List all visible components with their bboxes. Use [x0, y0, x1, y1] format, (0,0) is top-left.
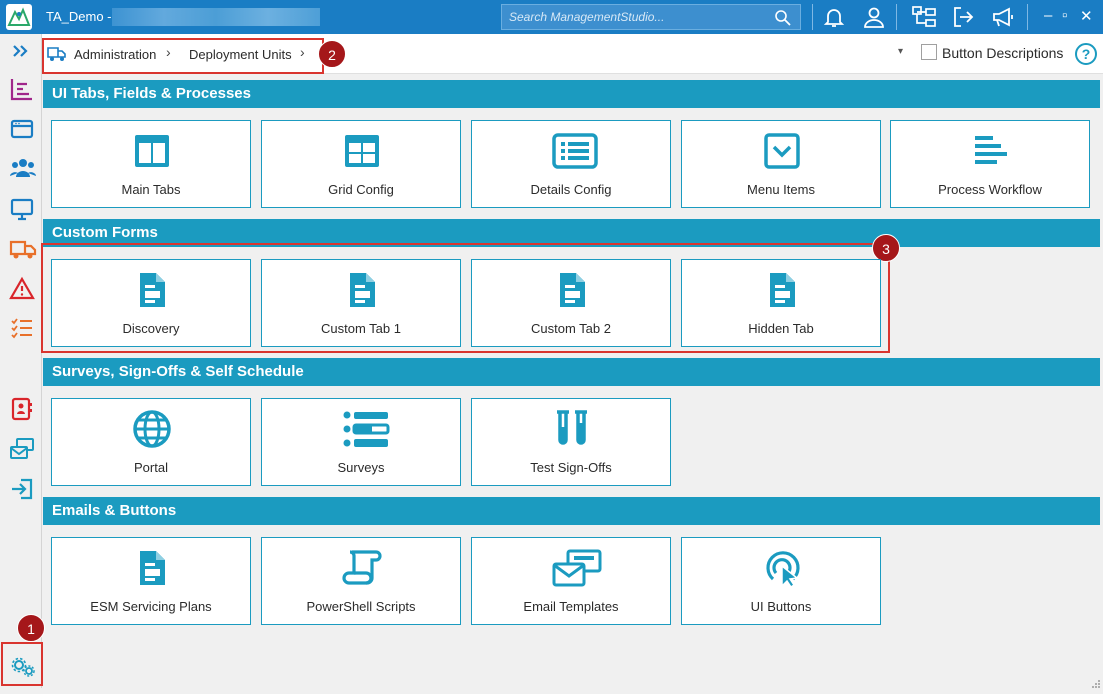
breadcrumb-deployment-units[interactable]: Deployment Units [189, 47, 292, 62]
search-input[interactable]: Search ManagementStudio... [501, 4, 801, 30]
help-button[interactable]: ? [1075, 43, 1097, 65]
form-document-icon [342, 270, 382, 310]
tile-label: Surveys [262, 460, 460, 475]
section-header-ui-tabs: UI Tabs, Fields & Processes [43, 80, 1100, 108]
tile-label: Discovery [52, 321, 250, 336]
section-header-emails-buttons: Emails & Buttons [43, 497, 1100, 525]
tile-label: Menu Items [682, 182, 880, 197]
email-templates-icon [552, 548, 592, 588]
app-title: TA_Demo - [46, 9, 112, 24]
grid-config-tile[interactable]: Grid Config [261, 120, 461, 208]
details-config-tile[interactable]: Details Config [471, 120, 671, 208]
process-workflow-tile[interactable]: Process Workflow [890, 120, 1090, 208]
toolbar-separator [1027, 4, 1028, 30]
deployment-truck-icon [47, 45, 67, 68]
devices-monitor-icon[interactable] [9, 196, 35, 222]
form-document-icon [132, 270, 172, 310]
portal-tile[interactable]: Portal [51, 398, 251, 486]
breadcrumb-administration[interactable]: Administration [74, 47, 156, 62]
callout-badge-3: 3 [872, 234, 900, 262]
notifications-bell-icon[interactable] [822, 5, 846, 29]
button-descriptions-checkbox[interactable] [921, 44, 937, 60]
toolbar-separator [896, 4, 897, 30]
announcement-megaphone-icon[interactable] [991, 5, 1015, 29]
callout-badge-2: 2 [318, 40, 346, 68]
ui-button-click-icon [762, 548, 802, 588]
form-document-icon [762, 270, 802, 310]
hidden-tab-tile[interactable]: Hidden Tab [681, 259, 881, 347]
test-tubes-icon [552, 409, 592, 449]
logout-icon[interactable] [951, 5, 975, 29]
form-document-icon [132, 548, 172, 588]
tile-label: Process Workflow [891, 182, 1089, 197]
close-button[interactable]: ✕ [1080, 7, 1093, 25]
esm-servicing-plans-tile[interactable]: ESM Servicing Plans [51, 537, 251, 625]
resize-grip-icon[interactable] [1091, 676, 1101, 686]
grid-config-icon [342, 131, 382, 171]
tile-label: PowerShell Scripts [262, 599, 460, 614]
view-options-dropdown-arrow[interactable]: ▾ [898, 46, 903, 57]
breadcrumb-bar: Administration › Deployment Units › ▾ Bu… [42, 34, 1103, 74]
button-descriptions-label[interactable]: Button Descriptions [942, 45, 1063, 61]
test-sign-offs-tile[interactable]: Test Sign-Offs [471, 398, 671, 486]
custom-tab-2-tile[interactable]: Custom Tab 2 [471, 259, 671, 347]
expand-sidebar-chevrons-icon[interactable] [9, 40, 35, 66]
reports-chart-icon[interactable] [9, 76, 35, 102]
search-icon[interactable] [774, 9, 792, 32]
left-sidebar [0, 34, 42, 688]
search-placeholder: Search ManagementStudio... [509, 10, 664, 24]
toolbar-separator [812, 4, 813, 30]
admin-button-highlight [1, 642, 43, 686]
menu-items-icon [762, 131, 802, 171]
redacted-title-text [112, 8, 320, 26]
email-templates-tile[interactable]: Email Templates [471, 537, 671, 625]
maximize-button[interactable]: ▫ [1062, 7, 1067, 24]
minimize-button[interactable]: – [1044, 7, 1052, 24]
tile-label: Custom Tab 2 [472, 321, 670, 336]
process-workflow-icon [971, 131, 1011, 171]
callout-badge-1: 1 [17, 614, 45, 642]
deployment-truck-icon[interactable] [9, 236, 35, 262]
tile-label: Custom Tab 1 [262, 321, 460, 336]
users-group-icon[interactable] [9, 155, 35, 181]
mail-merge-icon[interactable] [9, 436, 35, 462]
tile-label: Email Templates [472, 599, 670, 614]
script-scroll-icon [342, 548, 382, 588]
powershell-scripts-tile[interactable]: PowerShell Scripts [261, 537, 461, 625]
tile-label: ESM Servicing Plans [52, 599, 250, 614]
title-bar: TA_Demo - Search ManagementStudio... – ▫… [0, 0, 1103, 34]
tile-label: UI Buttons [682, 599, 880, 614]
survey-list-icon [342, 409, 382, 449]
import-sign-in-icon[interactable] [9, 476, 35, 502]
breadcrumb-separator: › [166, 44, 171, 60]
main-tabs-icon [132, 131, 172, 171]
contacts-book-icon[interactable] [9, 396, 35, 422]
user-profile-icon[interactable] [862, 5, 886, 29]
tile-label: Details Config [472, 182, 670, 197]
app-logo-icon [6, 4, 32, 30]
main-tabs-tile[interactable]: Main Tabs [51, 120, 251, 208]
org-hierarchy-icon[interactable] [911, 5, 935, 29]
tile-label: Hidden Tab [682, 321, 880, 336]
details-config-icon [552, 131, 592, 171]
alert-warning-icon[interactable] [9, 276, 35, 302]
surveys-tile[interactable]: Surveys [261, 398, 461, 486]
form-document-icon [552, 270, 592, 310]
discovery-tile[interactable]: Discovery [51, 259, 251, 347]
ui-buttons-tile[interactable]: UI Buttons [681, 537, 881, 625]
tile-label: Main Tabs [52, 182, 250, 197]
tile-label: Grid Config [262, 182, 460, 197]
custom-tab-1-tile[interactable]: Custom Tab 1 [261, 259, 461, 347]
menu-items-tile[interactable]: Menu Items [681, 120, 881, 208]
globe-icon [132, 409, 172, 449]
tile-label: Test Sign-Offs [472, 460, 670, 475]
section-header-surveys: Surveys, Sign-Offs & Self Schedule [43, 358, 1100, 386]
applications-window-icon[interactable] [9, 116, 35, 142]
tile-label: Portal [52, 460, 250, 475]
breadcrumb-separator[interactable]: › [300, 44, 305, 60]
task-checklist-icon[interactable] [9, 315, 35, 341]
